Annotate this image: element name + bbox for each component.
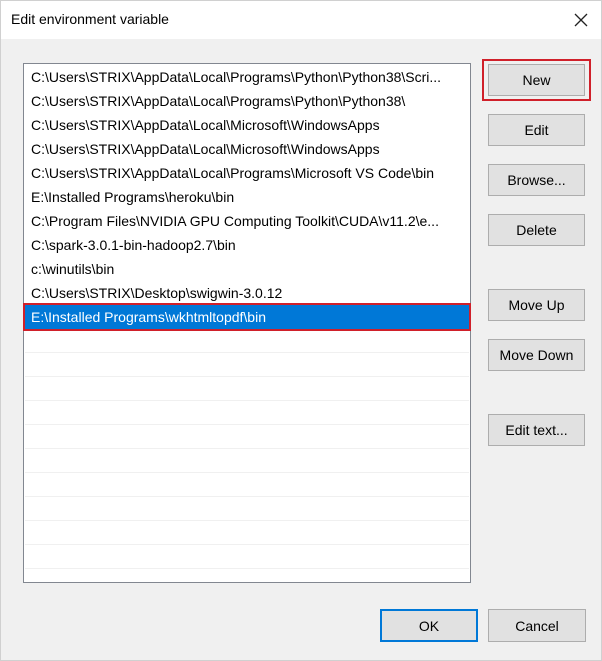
path-list-item[interactable]: C:\spark-3.0.1-bin-hadoop2.7\bin	[25, 233, 469, 257]
path-list-item-selected[interactable]: E:\Installed Programs\wkhtmltopdf\bin	[25, 305, 469, 329]
move-up-button[interactable]: Move Up	[488, 289, 585, 321]
empty-list-row[interactable]	[25, 329, 469, 353]
path-list-item[interactable]: C:\Users\STRIX\AppData\Local\Programs\Py…	[25, 65, 469, 89]
empty-list-row[interactable]	[25, 377, 469, 401]
path-list-item[interactable]: C:\Users\STRIX\AppData\Local\Programs\Py…	[25, 89, 469, 113]
title-bar: Edit environment variable	[1, 1, 601, 39]
path-list-item[interactable]: E:\Installed Programs\heroku\bin	[25, 185, 469, 209]
path-list-item[interactable]: c:\winutils\bin	[25, 257, 469, 281]
empty-list-row[interactable]	[25, 401, 469, 425]
move-down-button[interactable]: Move Down	[488, 339, 585, 371]
edit-button[interactable]: Edit	[488, 114, 585, 146]
path-list-item[interactable]: C:\Users\STRIX\AppData\Local\Microsoft\W…	[25, 113, 469, 137]
empty-list-row[interactable]	[25, 425, 469, 449]
empty-list-row[interactable]	[25, 473, 469, 497]
edit-text-button[interactable]: Edit text...	[488, 414, 585, 446]
new-button[interactable]: New	[488, 64, 585, 96]
path-list-item[interactable]: C:\Users\STRIX\Desktop\swigwin-3.0.12	[25, 281, 469, 305]
close-button[interactable]	[563, 2, 599, 38]
empty-list-row[interactable]	[25, 497, 469, 521]
cancel-button[interactable]: Cancel	[488, 609, 586, 642]
empty-list-row[interactable]	[25, 449, 469, 473]
path-list[interactable]: C:\Users\STRIX\AppData\Local\Programs\Py…	[23, 63, 471, 583]
empty-list-row[interactable]	[25, 353, 469, 377]
delete-button[interactable]: Delete	[488, 214, 585, 246]
empty-list-row[interactable]	[25, 545, 469, 569]
path-list-item[interactable]: C:\Users\STRIX\AppData\Local\Programs\Mi…	[25, 161, 469, 185]
empty-list-row[interactable]	[25, 521, 469, 545]
path-list-item[interactable]: C:\Users\STRIX\AppData\Local\Microsoft\W…	[25, 137, 469, 161]
path-list-item[interactable]: C:\Program Files\NVIDIA GPU Computing To…	[25, 209, 469, 233]
browse-button[interactable]: Browse...	[488, 164, 585, 196]
close-icon	[574, 13, 588, 27]
ok-button[interactable]: OK	[380, 609, 478, 642]
dialog-title: Edit environment variable	[11, 11, 169, 27]
edit-environment-variable-dialog: Edit environment variable C:\Users\STRIX…	[0, 0, 602, 661]
